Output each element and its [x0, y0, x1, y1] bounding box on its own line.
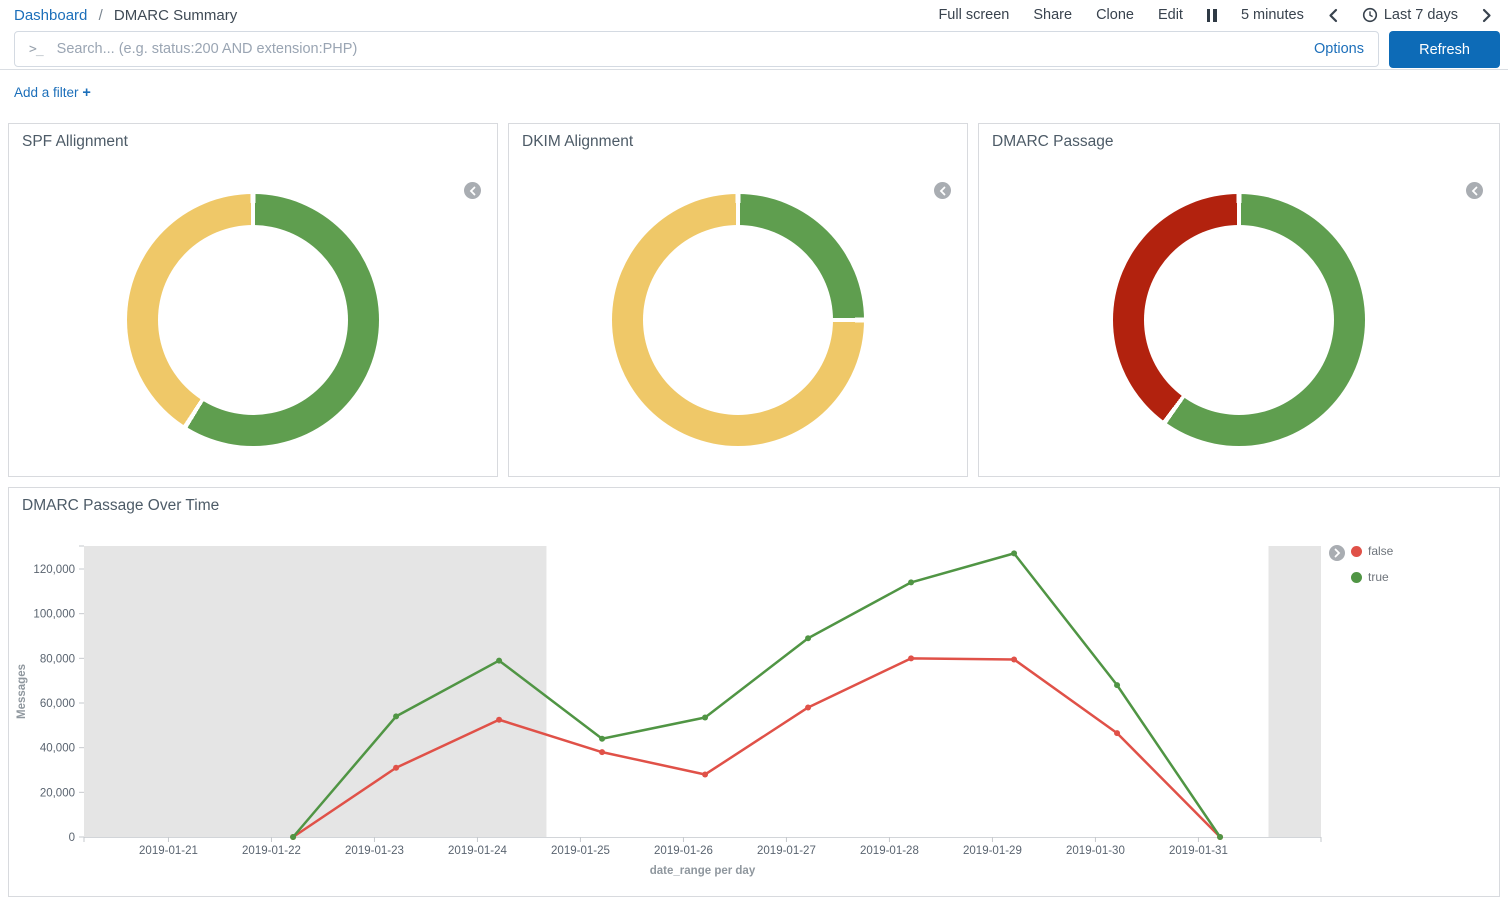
svg-text:20,000: 20,000: [40, 787, 75, 799]
svg-text:2019-01-27: 2019-01-27: [757, 845, 816, 857]
refresh-interval-picker[interactable]: 5 minutes: [1241, 7, 1304, 23]
search-box[interactable]: >_ Options: [14, 31, 1379, 67]
svg-text:80,000: 80,000: [40, 653, 75, 665]
pause-icon[interactable]: [1207, 9, 1217, 22]
svg-text:2019-01-24: 2019-01-24: [448, 845, 507, 857]
time-range-label: Last 7 days: [1384, 7, 1458, 23]
series-false-point[interactable]: [908, 655, 914, 661]
svg-text:2019-01-28: 2019-01-28: [860, 845, 919, 857]
legend-color-dot: [1351, 546, 1362, 557]
menu-full-screen[interactable]: Full screen: [938, 7, 1009, 23]
clock-icon: [1362, 7, 1378, 23]
circle-chevron-left-icon: [469, 186, 477, 196]
series-true-point[interactable]: [1114, 682, 1120, 688]
svg-text:40,000: 40,000: [40, 743, 75, 755]
dmarc-passage-over-time-chart[interactable]: 2019-01-21 2019-01-22 2019-01-23 2019-01-24…: [9, 488, 1499, 894]
dashboard-grid: SPF Allignment DKIM Alignment DMARC Pass…: [0, 123, 1508, 897]
series-true-point[interactable]: [290, 834, 296, 840]
legend-color-dot: [1351, 572, 1362, 583]
dmarc-passage-donut-chart[interactable]: [1113, 194, 1365, 446]
panel-title: DMARC Passage: [979, 124, 1499, 160]
svg-text:Messages: Messages: [16, 664, 28, 719]
circle-chevron-left-icon: [939, 186, 947, 196]
query-prompt-icon: >_: [29, 42, 43, 57]
add-filter-label: Add a filter: [14, 85, 79, 100]
panel-title: SPF Allignment: [9, 124, 497, 160]
menu-clone[interactable]: Clone: [1096, 7, 1134, 23]
circle-chevron-left-icon: [1471, 186, 1479, 196]
svg-text:2019-01-22: 2019-01-22: [242, 845, 301, 857]
svg-text:2019-01-21: 2019-01-21: [139, 845, 198, 857]
query-bar: >_ Options Refresh: [0, 28, 1508, 70]
series-true-point[interactable]: [805, 635, 811, 641]
series-false-point[interactable]: [805, 704, 811, 710]
menu-share[interactable]: Share: [1033, 7, 1072, 23]
svg-text:2019-01-30: 2019-01-30: [1066, 845, 1125, 857]
options-link[interactable]: Options: [1314, 41, 1364, 57]
svg-text:0: 0: [69, 832, 75, 844]
time-range-picker[interactable]: Last 7 days: [1362, 7, 1458, 23]
out-of-range-shade-left: [84, 546, 546, 837]
breadcrumb-dashboard-link[interactable]: Dashboard: [14, 7, 87, 24]
svg-text:2019-01-25: 2019-01-25: [551, 845, 610, 857]
svg-text:120,000: 120,000: [33, 564, 75, 576]
series-false-point[interactable]: [702, 771, 708, 777]
series-false-point[interactable]: [1011, 656, 1017, 662]
series-true-point[interactable]: [1217, 834, 1223, 840]
svg-text:2019-01-26: 2019-01-26: [654, 845, 713, 857]
series-false-point[interactable]: [1114, 730, 1120, 736]
series-true-point[interactable]: [1011, 550, 1017, 556]
legend-collapse-button[interactable]: [464, 182, 481, 199]
top-nav-bar: Dashboard / DMARC Summary Full screen Sh…: [0, 0, 1508, 28]
out-of-range-shade-right: [1268, 546, 1321, 837]
series-true-point[interactable]: [908, 579, 914, 585]
series-true-point[interactable]: [599, 736, 605, 742]
breadcrumb-separator: /: [99, 7, 103, 24]
plus-icon: +: [82, 85, 90, 101]
panel-dkim-alignment: DKIM Alignment: [508, 123, 968, 477]
svg-text:date_range per day: date_range per day: [650, 865, 756, 877]
legend-collapse-button[interactable]: [934, 182, 951, 199]
svg-text:2019-01-23: 2019-01-23: [345, 845, 404, 857]
circle-chevron-right-icon: [1333, 548, 1341, 558]
panel-title: DKIM Alignment: [509, 124, 967, 160]
legend-item-true[interactable]: true: [1351, 570, 1393, 584]
svg-text:60,000: 60,000: [40, 698, 75, 710]
svg-text:2019-01-31: 2019-01-31: [1169, 845, 1228, 857]
svg-text:2019-01-29: 2019-01-29: [963, 845, 1022, 857]
svg-text:100,000: 100,000: [33, 609, 75, 621]
panel-spf-allignment: SPF Allignment: [8, 123, 498, 477]
dkim-alignment-donut-chart[interactable]: [612, 194, 864, 446]
series-true-point[interactable]: [496, 658, 502, 664]
series-false-point[interactable]: [393, 765, 399, 771]
add-filter-link[interactable]: Add a filter +: [14, 85, 91, 100]
chart-legend: false true: [1351, 544, 1393, 596]
page-title: DMARC Summary: [114, 7, 237, 24]
legend-expand-button[interactable]: [1329, 545, 1345, 561]
dashboard-menu: Full screen Share Clone Edit 5 minutes L…: [938, 7, 1492, 23]
filter-bar: Add a filter +: [0, 70, 1508, 123]
menu-edit[interactable]: Edit: [1158, 7, 1183, 23]
breadcrumb: Dashboard / DMARC Summary: [14, 7, 237, 24]
legend-label: true: [1368, 570, 1389, 584]
legend-item-false[interactable]: false: [1351, 544, 1393, 558]
panel-dmarc-passage: DMARC Passage: [978, 123, 1500, 477]
legend-label: false: [1368, 544, 1393, 558]
series-false-point[interactable]: [599, 749, 605, 755]
series-true-point[interactable]: [393, 713, 399, 719]
search-input[interactable]: [55, 40, 1302, 58]
legend-collapse-button[interactable]: [1466, 182, 1483, 199]
series-false-point[interactable]: [496, 717, 502, 723]
time-back-button[interactable]: [1328, 8, 1338, 23]
chevron-right-icon: [1482, 8, 1492, 23]
chevron-left-icon: [1328, 8, 1338, 23]
series-true-point[interactable]: [702, 715, 708, 721]
panel-dmarc-passage-over-time: DMARC Passage Over Time 2019-01-212019-0…: [8, 487, 1500, 897]
time-forward-button[interactable]: [1482, 8, 1492, 23]
refresh-button[interactable]: Refresh: [1389, 31, 1500, 68]
spf-allignment-donut-chart[interactable]: [127, 194, 379, 446]
